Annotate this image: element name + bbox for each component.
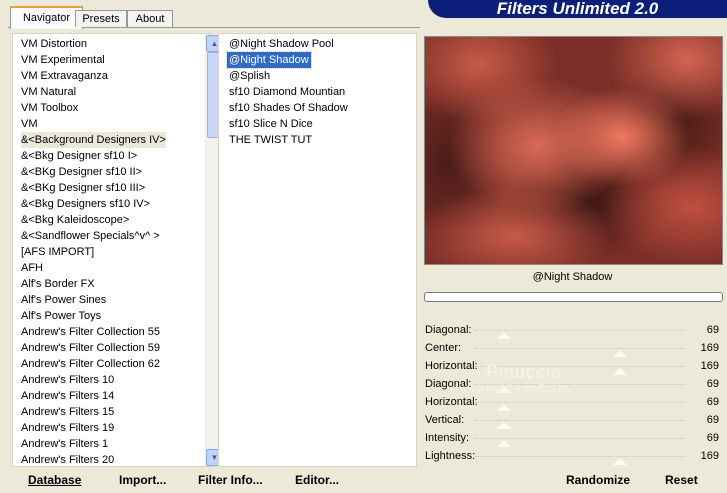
category-item[interactable]: VM Extravaganza [21,68,108,84]
slider-value: 69 [706,432,719,444]
category-item[interactable]: Andrew's Filters 1 [21,436,108,452]
slider-handle[interactable] [613,350,627,357]
category-item[interactable]: Andrew's Filters 19 [21,420,114,436]
slider-label: Intensity: [425,432,470,444]
tab-about[interactable]: About [127,10,173,27]
slider-value: 169 [700,360,719,372]
category-item[interactable]: &<Sandflower Specials^v^ > [21,228,160,244]
category-item[interactable]: VM Distortion [21,36,87,52]
progress-bar [424,292,723,302]
watermark-name: Pinuccia [486,362,563,382]
slider-value: 169 [700,450,719,462]
category-item[interactable]: Alf's Power Toys [21,308,101,324]
slider-track[interactable] [475,420,685,421]
category-item[interactable]: VM Natural [21,84,76,100]
tab-bar: Navigator Presets About [0,0,420,29]
category-item[interactable]: Andrew's Filters 10 [21,372,114,388]
randomize-button[interactable]: Randomize [566,468,630,493]
slider-track[interactable] [475,402,685,403]
category-item[interactable]: &<Bkg Kaleidoscope> [21,212,129,228]
slider-row: Horizontal: 169 [423,358,723,376]
slider-label: Vertical: [425,414,465,426]
slider-handle[interactable] [497,440,511,447]
category-item[interactable]: Alf's Power Sines [21,292,106,308]
slider-value: 69 [706,378,719,390]
category-item[interactable]: Andrew's Filters 20 [21,452,114,468]
app-title-banner: Filters Unlimited 2.0 [428,0,727,18]
slider-value: 69 [706,396,719,408]
category-item[interactable]: &<BKg Designer sf10 II> [21,164,142,180]
slider-row: Diagonal: 69 [423,322,723,340]
filter-item[interactable]: sf10 Diamond Mountian [229,84,345,100]
database-button[interactable]: Database [28,468,81,493]
filter-preview-image [424,36,723,265]
slider-value: 69 [706,324,719,336]
category-item[interactable]: Andrew's Filter Collection 62 [21,356,160,372]
slider-track[interactable] [475,456,685,457]
slider-handle[interactable] [497,422,511,429]
slider-value: 169 [700,342,719,354]
slider-handle[interactable] [497,404,511,411]
category-item[interactable]: VM [21,116,38,132]
watermark-url: www.maidiregrafica.eu [460,383,571,395]
selected-filter-name: @Night Shadow [532,271,613,283]
slider-row: Intensity: 69 [423,430,723,448]
slider-label: Diagonal: [425,324,472,336]
category-item[interactable]: AFH [21,260,43,276]
slider-row: Center: 169 [423,340,723,358]
editor-button[interactable]: Editor... [295,468,339,493]
category-item[interactable]: &<Background Designers IV> [21,132,166,148]
filter-item[interactable]: sf10 Slice N Dice [229,116,313,132]
slider-handle[interactable] [613,368,627,375]
category-list[interactable]: VM Distortion VM Experimental VM Extravaga… [12,33,223,468]
filter-list[interactable]: @Night Shadow Pool @Night Shadow @Splish sf… [218,33,417,467]
category-item[interactable]: Andrew's Filter Collection 55 [21,324,160,340]
slider-track[interactable] [475,330,685,331]
slider-handle[interactable] [613,458,627,465]
slider-label: Center: [425,342,462,354]
tab-presets[interactable]: Presets [75,10,127,27]
slider-label: Horizontal: [425,396,478,408]
tab-navigator[interactable]: Navigator [10,6,83,29]
slider-handle[interactable] [497,332,511,339]
slider-value: 69 [706,414,719,426]
category-item[interactable]: VM Toolbox [21,100,78,116]
filter-item[interactable]: @Night Shadow Pool [229,36,334,52]
filter-item[interactable]: THE TWIST TUT [229,132,312,148]
category-item[interactable]: &<Bkg Designer sf10 I> [21,148,137,164]
slider-label: Horizontal: [425,360,478,372]
category-item[interactable]: Alf's Border FX [21,276,95,292]
slider-track[interactable] [475,438,685,439]
filter-item[interactable]: sf10 Shades Of Shadow [229,100,348,116]
category-item[interactable]: Andrew's Filters 14 [21,388,114,404]
filter-info-button[interactable]: Filter Info... [198,468,263,493]
category-item[interactable]: &<BKg Designer sf10 III> [21,180,145,196]
category-item[interactable]: &<Bkg Designers sf10 IV> [21,196,150,212]
import-button[interactable]: Import... [119,468,166,493]
slider-label: Lightness: [425,450,476,462]
filter-item[interactable]: @Night Shadow [226,51,312,69]
slider-row: Lightness: 169 [423,448,723,466]
filter-item[interactable]: @Splish [229,68,270,84]
category-item[interactable]: Andrew's Filter Collection 59 [21,340,160,356]
slider-row: Vertical: 69 [423,412,723,430]
category-item[interactable]: [AFS IMPORT] [21,244,94,260]
category-item[interactable]: VM Experimental [21,52,105,68]
slider-row: Horizontal: 69 [423,394,723,412]
category-item[interactable]: Andrew's Filters 15 [21,404,114,420]
slider-track[interactable] [475,348,685,349]
reset-button[interactable]: Reset [665,468,698,493]
